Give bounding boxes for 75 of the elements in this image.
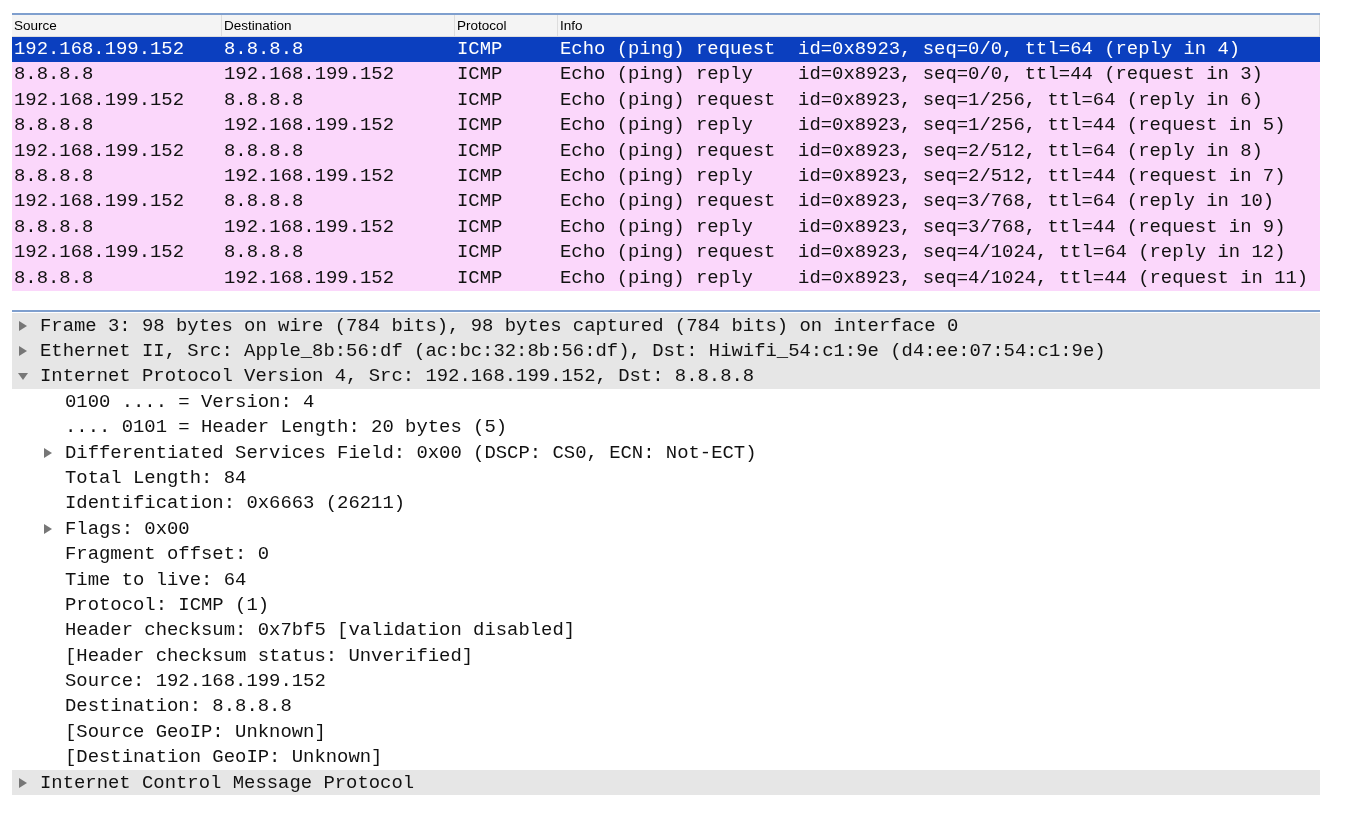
packet-row[interactable]: 192.168.199.152 8.8.8.8 ICMP Echo (ping) request id=0x8923, seq=1/256, ttl=64 (reply in 6) bbox=[12, 87, 1320, 114]
table-cell-text: ICMP bbox=[456, 37, 504, 62]
collapsed-triangle-icon[interactable] bbox=[18, 320, 28, 331]
table-cell-text: Echo (ping) reply id=0x8923, seq=0/0, ttl=44 (request in 3) bbox=[559, 62, 1264, 88]
table-cell-text: Echo (ping) request id=0x8923, seq=2/512, ttl=64 (reply in 8) bbox=[559, 138, 1264, 164]
tree-item-label[interactable]: [Destination GeoIP: Unknown] bbox=[65, 746, 383, 769]
tree-item-label[interactable]: 0100 .... = Version: 4 bbox=[65, 390, 315, 413]
packet-row[interactable]: 8.8.8.8 192.168.199.152 ICMP Echo (ping) reply id=0x8923, seq=2/512, ttl=44 (request in 7) bbox=[12, 163, 1320, 190]
table-cell-text: 8.8.8.8 bbox=[13, 113, 95, 139]
table-cell-text: ICMP bbox=[456, 138, 504, 164]
table-cell-text: 192.168.199.152 bbox=[13, 87, 186, 113]
expanded-triangle-icon[interactable] bbox=[18, 371, 28, 382]
table-cell-text: ICMP bbox=[456, 163, 504, 189]
table-cell-text: 8.8.8.8 bbox=[223, 87, 305, 113]
table-cell-text: 8.8.8.8 bbox=[13, 214, 95, 240]
column-header[interactable]: Source bbox=[12, 15, 222, 36]
tree-item-label[interactable]: [Source GeoIP: Unknown] bbox=[65, 720, 326, 743]
table-cell-text: ICMP bbox=[456, 240, 504, 266]
table-cell-text: Echo (ping) request id=0x8923, seq=0/0, ttl=64 (reply in 4) bbox=[559, 37, 1242, 62]
table-cell-text: Echo (ping) reply id=0x8923, seq=2/512, ttl=44 (request in 7) bbox=[559, 163, 1287, 189]
packet-row[interactable]: 8.8.8.8 192.168.199.152 ICMP Echo (ping) reply id=0x8923, seq=1/256, ttl=44 (request in 5) bbox=[12, 113, 1320, 139]
table-cell-text: Echo (ping) reply id=0x8923, seq=1/256, ttl=44 (request in 5) bbox=[559, 113, 1287, 139]
tree-item-label[interactable]: Flags: 0x00 bbox=[65, 517, 190, 540]
table-cell-text: 8.8.8.8 bbox=[223, 189, 305, 215]
table-cell-text: ICMP bbox=[456, 87, 504, 113]
collapsed-triangle-icon[interactable] bbox=[18, 777, 28, 788]
table-cell-text: 192.168.199.152 bbox=[223, 62, 396, 88]
packet-row[interactable]: 8.8.8.8 192.168.199.152 ICMP Echo (ping) reply id=0x8923, seq=4/1024, ttl=44 (request in 11) bbox=[12, 265, 1320, 291]
table-cell-text: Echo (ping) reply id=0x8923, seq=4/1024, ttl=44 (request in 11) bbox=[559, 265, 1310, 291]
table-cell-text: 8.8.8.8 bbox=[13, 265, 95, 291]
tree-item-label[interactable]: .... 0101 = Header Length: 20 bytes (5) bbox=[65, 416, 508, 439]
table-cell-text: 192.168.199.152 bbox=[13, 189, 186, 215]
table-cell-text: 8.8.8.8 bbox=[223, 138, 305, 164]
table-cell-text: 192.168.199.152 bbox=[223, 265, 396, 291]
table-cell-text: ICMP bbox=[456, 214, 504, 240]
table-cell-text: 192.168.199.152 bbox=[223, 163, 396, 189]
table-cell-text: Echo (ping) request id=0x8923, seq=4/1024, ttl=64 (reply in 12) bbox=[559, 240, 1287, 266]
table-cell-text: 8.8.8.8 bbox=[223, 37, 305, 62]
tree-item-label[interactable]: Time to live: 64 bbox=[65, 568, 247, 591]
table-cell-text: ICMP bbox=[456, 265, 504, 291]
table-cell-text: ICMP bbox=[456, 189, 504, 215]
tree-item-label[interactable]: [Header checksum status: Unverified] bbox=[65, 644, 474, 667]
column-header[interactable]: Protocol bbox=[455, 15, 558, 36]
packet-row[interactable]: 192.168.199.152 8.8.8.8 ICMP Echo (ping) request id=0x8923, seq=3/768, ttl=64 (reply in 10) bbox=[12, 189, 1320, 215]
table-cell-text: 192.168.199.152 bbox=[13, 240, 186, 266]
tree-item-label[interactable]: Destination: 8.8.8.8 bbox=[65, 695, 292, 718]
table-cell-text: 192.168.199.152 bbox=[13, 138, 186, 164]
tree-item-label[interactable]: Total Length: 84 bbox=[65, 466, 247, 489]
table-cell-text: Echo (ping) request id=0x8923, seq=3/768, ttl=64 (reply in 10) bbox=[559, 189, 1276, 215]
table-cell-text: Echo (ping) reply id=0x8923, seq=3/768, ttl=44 (request in 9) bbox=[559, 214, 1287, 240]
collapsed-triangle-icon[interactable] bbox=[43, 523, 53, 534]
column-header[interactable]: Info bbox=[558, 15, 1320, 36]
tree-item-label[interactable]: Source: 192.168.199.152 bbox=[65, 670, 326, 693]
table-cell-text: ICMP bbox=[456, 113, 504, 139]
table-cell-text: ICMP bbox=[456, 62, 504, 88]
table-cell-text: 8.8.8.8 bbox=[13, 163, 95, 189]
packet-row[interactable]: 8.8.8.8 192.168.199.152 ICMP Echo (ping) reply id=0x8923, seq=0/0, ttl=44 (request in 3) bbox=[12, 62, 1320, 88]
packet-row[interactable]: 8.8.8.8 192.168.199.152 ICMP Echo (ping) reply id=0x8923, seq=3/768, ttl=44 (request in 9) bbox=[12, 214, 1320, 241]
tree-item-label[interactable]: Header checksum: 0x7bf5 [validation disabled] bbox=[65, 619, 576, 642]
table-cell-text: 8.8.8.8 bbox=[223, 240, 305, 266]
tree-item-label[interactable]: Identification: 0x6663 (26211) bbox=[65, 492, 406, 515]
packet-row[interactable]: 192.168.199.152 8.8.8.8 ICMP Echo (ping) request id=0x8923, seq=4/1024, ttl=64 (reply in 12) bbox=[12, 240, 1320, 266]
table-cell-text: 192.168.199.152 bbox=[223, 214, 396, 240]
tree-item-label[interactable]: Fragment offset: 0 bbox=[65, 543, 270, 566]
table-cell-text: 192.168.199.152 bbox=[223, 113, 396, 139]
tree-item-label[interactable]: Differentiated Services Field: 0x00 (DSCP: CS0, ECN: Not-ECT) bbox=[65, 441, 757, 464]
table-cell-text: 8.8.8.8 bbox=[13, 62, 95, 88]
packet-row[interactable]: 192.168.199.152 8.8.8.8 ICMP Echo (ping) request id=0x8923, seq=0/0, ttl=64 (reply in 4) bbox=[12, 37, 1320, 63]
packet-row[interactable]: 192.168.199.152 8.8.8.8 ICMP Echo (ping) request id=0x8923, seq=2/512, ttl=64 (reply in 8) bbox=[12, 138, 1320, 164]
collapsed-triangle-icon[interactable] bbox=[18, 346, 28, 356]
collapsed-triangle-icon[interactable] bbox=[43, 447, 53, 458]
table-cell-text: 192.168.199.152 bbox=[13, 37, 186, 62]
column-header[interactable]: Destination bbox=[222, 15, 455, 36]
table-cell-text: Echo (ping) request id=0x8923, seq=1/256, ttl=64 (reply in 6) bbox=[559, 87, 1264, 113]
tree-item-label[interactable]: Protocol: ICMP (1) bbox=[65, 593, 270, 616]
